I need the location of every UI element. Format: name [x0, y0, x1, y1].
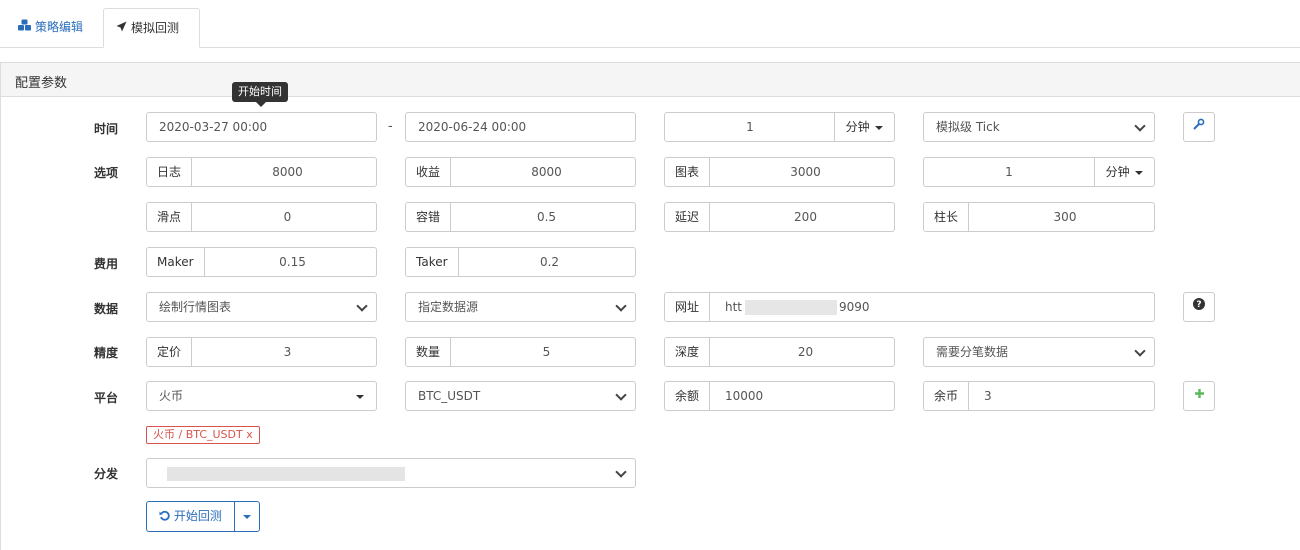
- row-label-data: 数据: [93, 302, 118, 316]
- period-unit-dropdown[interactable]: 分钟: [834, 113, 894, 141]
- add-platform-button[interactable]: [1183, 381, 1215, 411]
- pair-select[interactable]: BTC_USDT: [405, 381, 636, 411]
- start-time-tooltip: 开始时间: [232, 82, 288, 107]
- cubes-icon: [18, 8, 31, 46]
- depth-input-group[interactable]: 深度 20: [664, 337, 895, 367]
- panel-header: 配置参数: [1, 63, 1300, 97]
- plus-icon: [1194, 388, 1205, 403]
- help-button[interactable]: ?: [1183, 292, 1215, 322]
- rocket-icon: [116, 9, 127, 47]
- slippage-input-group[interactable]: 滑点 0: [146, 202, 377, 232]
- chevron-down-icon: [615, 466, 627, 478]
- start-backtest-button[interactable]: 开始回测: [147, 502, 235, 531]
- exchange-select[interactable]: 火币: [146, 381, 377, 411]
- coins-input-group[interactable]: 余币 3: [923, 381, 1155, 411]
- maker-fee-input-group[interactable]: Maker 0.15: [146, 247, 377, 277]
- chevron-down-icon: [1134, 120, 1146, 132]
- caret-down-icon: [1135, 170, 1144, 175]
- period-value: 1: [746, 120, 754, 134]
- panel-title: 配置参数: [15, 76, 68, 91]
- caret-down-icon: [243, 514, 251, 519]
- kline-unit-dropdown[interactable]: 分钟: [1094, 158, 1154, 186]
- chevron-down-icon: [1134, 345, 1146, 357]
- chart-mode-select[interactable]: 绘制行情图表: [146, 292, 377, 322]
- tab-bar: 策略编辑 模拟回测: [0, 0, 1300, 48]
- question-circle-icon: ?: [1193, 298, 1205, 314]
- row-label-distribute: 分发: [93, 467, 118, 481]
- log-input-group[interactable]: 日志 8000: [146, 157, 377, 187]
- redacted-url: [745, 300, 837, 315]
- start-time-input[interactable]: 2020-03-27 00:00: [146, 112, 377, 142]
- tab-backtest[interactable]: 模拟回测: [103, 8, 200, 48]
- time-separator: -: [388, 119, 393, 134]
- redacted-distribute: [167, 467, 405, 481]
- undo-icon: [159, 509, 174, 523]
- data-source-select[interactable]: 指定数据源: [405, 292, 636, 322]
- delay-input-group[interactable]: 延迟 200: [664, 202, 895, 232]
- caret-down-icon: [875, 125, 884, 130]
- distribute-select[interactable]: [146, 458, 636, 488]
- taker-fee-input-group[interactable]: Taker 0.2: [405, 247, 636, 277]
- tab-strategy-edit-label: 策略编辑: [35, 20, 84, 34]
- kline-period-input-group[interactable]: 1 分钟: [923, 157, 1155, 187]
- row-label-options: 选项: [93, 166, 118, 180]
- end-time-input[interactable]: 2020-06-24 00:00: [405, 112, 636, 142]
- start-backtest-dropdown[interactable]: [235, 502, 259, 531]
- row-label-fee: 费用: [93, 257, 118, 271]
- settings-wrench-button[interactable]: [1183, 112, 1215, 142]
- period-input-group[interactable]: 1 分钟: [664, 112, 895, 142]
- row-label-time: 时间: [93, 122, 118, 136]
- chevron-down-icon: [615, 389, 627, 401]
- amount-precision-input-group[interactable]: 数量 5: [405, 337, 636, 367]
- row-label-platform: 平台: [93, 391, 118, 405]
- bar-length-input-group[interactable]: 柱长 300: [923, 202, 1155, 232]
- tab-backtest-label: 模拟回测: [131, 21, 180, 35]
- wrench-icon: [1193, 118, 1205, 134]
- tab-strategy-edit[interactable]: 策略编辑: [6, 8, 95, 48]
- svg-text:?: ?: [1196, 300, 1201, 310]
- chart-input-group[interactable]: 图表 3000: [664, 157, 895, 187]
- url-input-group[interactable]: 网址 htt 9090: [664, 292, 1155, 322]
- platform-tag[interactable]: 火币 / BTC_USDT x: [146, 426, 260, 444]
- start-backtest-group: 开始回测: [146, 501, 260, 532]
- chevron-down-icon: [356, 300, 368, 312]
- chevron-down-icon: [615, 300, 627, 312]
- caret-down-icon: [356, 395, 364, 399]
- price-precision-input-group[interactable]: 定价 3: [146, 337, 377, 367]
- mode-select[interactable]: 模拟级 Tick: [923, 112, 1155, 142]
- tolerance-input-group[interactable]: 容错 0.5: [405, 202, 636, 232]
- balance-input-group[interactable]: 余额 10000: [664, 381, 895, 411]
- tick-data-select[interactable]: 需要分笔数据: [923, 337, 1155, 367]
- row-label-precision: 精度: [93, 346, 118, 360]
- profit-input-group[interactable]: 收益 8000: [405, 157, 636, 187]
